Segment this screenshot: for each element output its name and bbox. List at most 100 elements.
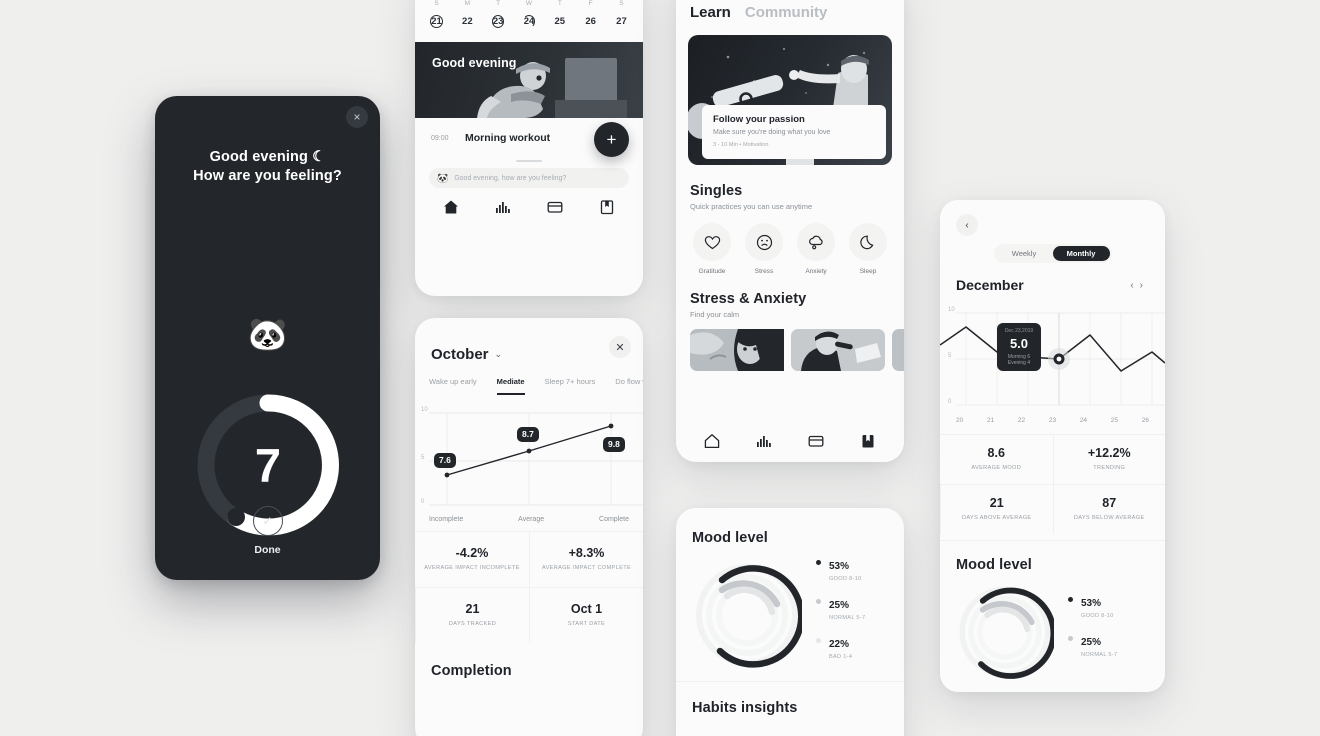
- stress-card[interactable]: [791, 329, 885, 371]
- tab-community[interactable]: Community: [745, 4, 828, 21]
- day-number: 24: [522, 15, 536, 28]
- stat-cell: 8.6 AVERAGE MOOD: [940, 434, 1053, 484]
- day-of-week: S: [619, 0, 624, 7]
- day-number: 27: [616, 16, 627, 27]
- nav-stats-icon[interactable]: [755, 432, 773, 450]
- day-of-week: T: [557, 0, 562, 7]
- add-task-button[interactable]: +: [594, 122, 629, 157]
- back-icon[interactable]: ‹: [956, 214, 978, 236]
- prev-month-icon[interactable]: ‹: [1130, 280, 1139, 291]
- mood-donut-row: 53% GOOD 8-10 25% NORMAL 5-7: [692, 556, 888, 673]
- close-icon[interactable]: ×: [346, 106, 368, 128]
- done-label: Done: [254, 544, 281, 556]
- segment-monthly[interactable]: Monthly: [1052, 246, 1110, 261]
- bottom-nav: [676, 422, 904, 460]
- moon-icon: [849, 223, 887, 261]
- hero-title: Good evening: [432, 56, 517, 70]
- tab-mediate[interactable]: Mediate: [496, 377, 525, 395]
- task-name: Morning workout: [465, 132, 551, 144]
- segment-weekly[interactable]: Weekly: [996, 246, 1053, 261]
- day-of-week: T: [496, 0, 501, 7]
- task-time: 09:00: [431, 134, 449, 142]
- nav-stats-icon[interactable]: [494, 198, 512, 216]
- home-icon: [704, 434, 720, 449]
- single-stress[interactable]: Stress: [742, 223, 786, 275]
- mood-donut-chart: [959, 586, 1054, 679]
- day-cell[interactable]: T 25: [546, 0, 573, 32]
- stress-card[interactable]: [892, 329, 904, 371]
- single-gratitude[interactable]: Gratitude: [690, 223, 734, 275]
- december-line-chart: 10 5 0 Dec 23,2019 5.0 Morning 6 Evening…: [940, 301, 1165, 413]
- x-label: 25: [1110, 417, 1118, 424]
- legend-dot: [1068, 597, 1073, 602]
- stat-cell: Oct 1 START DATE: [529, 587, 643, 643]
- hero-illustration: [477, 58, 627, 118]
- tab-do-flow[interactable]: Do flow w: [615, 377, 643, 395]
- close-icon[interactable]: ✕: [609, 336, 631, 358]
- stat-value: 87: [1102, 496, 1117, 510]
- check-icon: ✓: [252, 506, 283, 536]
- day-cell[interactable]: S 21: [423, 0, 450, 32]
- sheet-grabber[interactable]: [516, 160, 542, 162]
- mood-legend: 53% GOOD 8-10 25% NORMAL 5-7: [1068, 593, 1117, 671]
- legend-percent: 53%: [829, 561, 850, 572]
- nav-card-icon[interactable]: [807, 432, 825, 450]
- mood-prompt-input[interactable]: 🐼 Good evening, how are you feeling?: [429, 168, 629, 188]
- nav-bookmark-icon-active[interactable]: [859, 432, 877, 450]
- featured-card[interactable]: Follow your passion Make sure you're doi…: [688, 35, 892, 165]
- nav-home-icon[interactable]: [442, 198, 460, 216]
- month-title[interactable]: October: [431, 346, 489, 363]
- stat-cell: 21 DAYS ABOVE AVERAGE: [940, 484, 1053, 534]
- month-nav[interactable]: ‹›: [1130, 280, 1149, 291]
- day-of-week: W: [525, 0, 533, 7]
- legend-caption: GOOD 8-10: [829, 576, 862, 582]
- tab-wake-up-early[interactable]: Wake up early: [429, 377, 477, 395]
- day-cell[interactable]: S 27: [608, 0, 635, 32]
- stress-subtitle: Find your calm: [690, 310, 740, 319]
- mood-donut-chart: [696, 563, 802, 668]
- nav-home-icon[interactable]: [703, 432, 721, 450]
- next-month-icon[interactable]: ›: [1140, 280, 1149, 291]
- december-header: December ‹›: [940, 263, 1165, 293]
- x-label: 21: [986, 417, 995, 424]
- day-cell[interactable]: M 22: [454, 0, 481, 32]
- december-mood-level-section: Mood level 53% GOOD 8-10 25% NORMAL 5-7: [940, 540, 1165, 681]
- cloud-icon: [797, 223, 835, 261]
- day-number: 23: [491, 15, 505, 28]
- chevron-down-icon[interactable]: ⌄: [495, 349, 503, 360]
- stress-card[interactable]: [690, 329, 784, 371]
- tab-learn[interactable]: Learn: [690, 4, 731, 21]
- completion-section: Completion: [415, 643, 643, 679]
- tab-sleep[interactable]: Sleep 7+ hours: [545, 377, 596, 395]
- avatar: 🐼: [247, 316, 288, 352]
- greeting-hero-banner[interactable]: Good evening: [415, 42, 643, 118]
- day-number: 25: [554, 16, 566, 27]
- legend-percent: 53%: [1081, 598, 1102, 609]
- week-day-strip: S 21 M 22 T 23 W 24 T 25 F 26 S 27: [415, 0, 643, 40]
- stat-caption: DAYS ABOVE AVERAGE: [961, 515, 1032, 521]
- single-anxiety[interactable]: Anxiety: [794, 223, 838, 275]
- stat-value: 21: [465, 602, 480, 616]
- y-tick-0: 0: [421, 499, 425, 505]
- single-sleep[interactable]: Sleep: [846, 223, 890, 275]
- chart-tooltip: Dec 23,2019 5.0 Morning 6 Evening 4: [997, 323, 1041, 371]
- december-stats-grid: 8.6 AVERAGE MOOD +12.2% TRENDING 21 DAYS…: [940, 434, 1165, 534]
- bookmark-icon: [862, 435, 874, 448]
- nav-card-icon[interactable]: [546, 198, 564, 216]
- stat-caption: TRENDING: [1093, 465, 1126, 471]
- day-cell[interactable]: F 26: [577, 0, 604, 32]
- heart-icon: [693, 223, 731, 261]
- stat-value: 21: [989, 496, 1004, 510]
- moon-glyph: [859, 235, 873, 249]
- day-cell-today[interactable]: W 24: [515, 0, 542, 32]
- legend-dot: [816, 638, 821, 643]
- legend-caption: GOOD 8-10: [1081, 613, 1114, 619]
- done-button[interactable]: ✓ Done: [155, 506, 380, 556]
- completion-title: Completion: [431, 663, 512, 679]
- task-row[interactable]: 09:00 Morning workout +: [415, 118, 643, 157]
- stat-value: 8.6: [987, 446, 1005, 460]
- nav-bookmark-icon[interactable]: [598, 198, 616, 216]
- tooltip-date: Dec 23,2019: [1004, 328, 1034, 334]
- day-cell[interactable]: T 23: [485, 0, 512, 32]
- panda-icon: 🐼: [437, 172, 449, 183]
